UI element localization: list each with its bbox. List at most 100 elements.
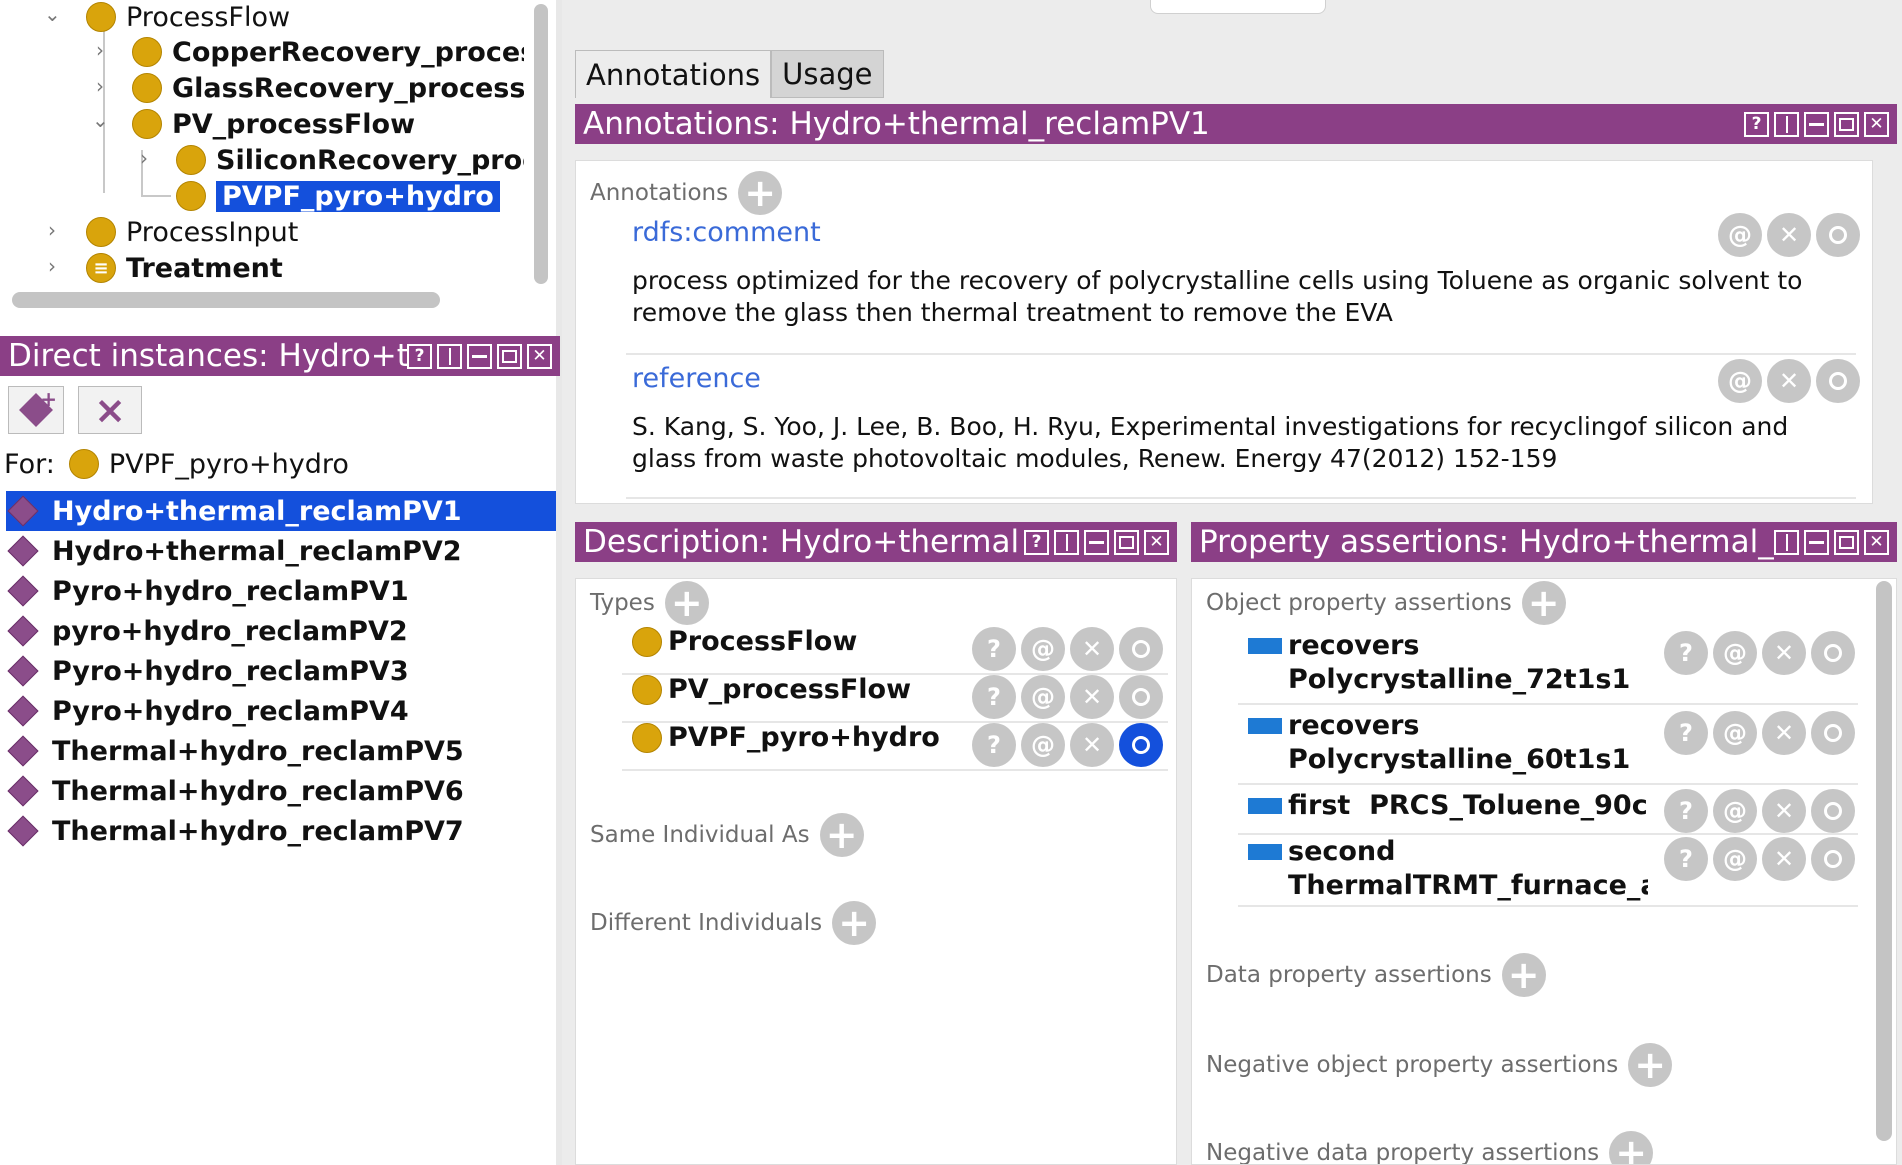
annotate-button[interactable]: @ [1021, 627, 1065, 671]
edit-button[interactable] [1811, 631, 1855, 675]
annotate-button[interactable]: @ [1713, 631, 1757, 675]
edit-button[interactable] [1811, 711, 1855, 755]
minimize-icon[interactable] [1084, 529, 1109, 555]
minimize-icon[interactable] [1804, 529, 1829, 555]
help-button[interactable]: ? [1664, 711, 1708, 755]
minimize-icon[interactable] [1804, 111, 1829, 137]
edit-button[interactable] [1816, 213, 1860, 257]
list-item[interactable]: Thermal+hydro_reclamPV7 [6, 811, 556, 851]
edit-button[interactable] [1119, 675, 1163, 719]
add-same-individual-button[interactable]: + [819, 813, 864, 857]
help-button[interactable]: ? [972, 627, 1016, 671]
tab-annotations[interactable]: Annotations [575, 50, 772, 98]
tree-node-copperrecovery[interactable]: CopperRecovery_processFl [132, 34, 524, 70]
list-item[interactable]: Hydro+thermal_reclamPV1 [6, 491, 556, 531]
close-icon[interactable]: ✕ [527, 343, 552, 369]
add-negative-data-property-button[interactable]: + [1609, 1131, 1654, 1164]
tree-node-processinput[interactable]: ProcessInput [86, 214, 298, 250]
tree-node-treatment[interactable]: ≡ Treatment [86, 250, 283, 286]
tree-node-glassrecovery[interactable]: GlassRecovery_processFlo [132, 70, 524, 106]
tab-usage[interactable]: Usage [771, 50, 884, 98]
close-icon[interactable]: ✕ [1864, 111, 1889, 137]
object-assertion[interactable]: second ThermalTRMT_furnace_argo [1248, 835, 1648, 903]
expand-chevron-icon[interactable]: › [140, 146, 148, 170]
tree-node-pvpf-pyro-hydro[interactable]: PVPF_pyro+hydro [176, 178, 500, 214]
expand-chevron-icon[interactable]: › [48, 254, 56, 278]
edit-button[interactable] [1119, 723, 1163, 767]
object-assertion[interactable]: recovers Polycrystalline_60t1s1 [1248, 709, 1630, 777]
object-assertion[interactable]: recovers Polycrystalline_72t1s1 [1248, 629, 1630, 697]
split-view-icon[interactable] [1774, 529, 1799, 555]
edit-button[interactable] [1816, 359, 1860, 403]
add-individual-button[interactable]: + [8, 386, 64, 434]
object-assertion[interactable]: first PRCS_Toluene_90c [1248, 789, 1648, 823]
maximize-icon[interactable] [1834, 111, 1859, 137]
maximize-icon[interactable] [497, 343, 522, 369]
list-item[interactable]: Thermal+hydro_reclamPV5 [6, 731, 556, 771]
delete-button[interactable]: ✕ [1767, 213, 1811, 257]
help-button[interactable]: ? [1664, 837, 1708, 881]
delete-button[interactable]: ✕ [1070, 675, 1114, 719]
close-icon[interactable]: ✕ [1144, 529, 1169, 555]
help-button[interactable]: ? [1664, 631, 1708, 675]
expand-chevron-icon[interactable]: › [96, 74, 104, 98]
maximize-icon[interactable] [1834, 529, 1859, 555]
delete-individual-button[interactable]: ⨯ [78, 386, 142, 434]
edit-button[interactable] [1119, 627, 1163, 671]
horizontal-scrollbar[interactable] [12, 292, 440, 308]
add-object-property-button[interactable]: + [1521, 581, 1566, 625]
expand-chevron-icon[interactable]: › [96, 38, 104, 62]
tree-node-pv-processflow[interactable]: PV_processFlow [132, 106, 415, 142]
help-icon[interactable]: ? [1744, 111, 1769, 137]
list-item[interactable]: Pyro+hydro_reclamPV1 [6, 571, 556, 611]
edit-button[interactable] [1811, 837, 1855, 881]
add-data-property-button[interactable]: + [1501, 953, 1546, 997]
delete-button[interactable]: ✕ [1070, 723, 1114, 767]
delete-button[interactable]: ✕ [1767, 359, 1811, 403]
add-annotation-button[interactable]: + [738, 171, 783, 215]
delete-button[interactable]: ✕ [1762, 711, 1806, 755]
annotate-button[interactable]: @ [1718, 359, 1762, 403]
help-button[interactable]: ? [1664, 789, 1708, 833]
annotate-button[interactable]: @ [1718, 213, 1762, 257]
tree-node-siliconrecovery[interactable]: SiliconRecovery_proce [176, 142, 524, 178]
split-view-icon[interactable] [1054, 529, 1079, 555]
annotation-property-link[interactable]: reference [632, 363, 761, 394]
collapse-chevron-icon[interactable]: ⌄ [92, 108, 109, 132]
delete-button[interactable]: ✕ [1762, 789, 1806, 833]
add-type-button[interactable]: + [664, 581, 709, 625]
annotate-button[interactable]: @ [1713, 711, 1757, 755]
annotate-button[interactable]: @ [1713, 789, 1757, 833]
help-button[interactable]: ? [972, 723, 1016, 767]
annotate-button[interactable]: @ [1021, 675, 1065, 719]
type-item[interactable]: PVPF_pyro+hydro [632, 721, 940, 755]
annotation-property-link[interactable]: rdfs:comment [632, 217, 821, 248]
list-item[interactable]: pyro+hydro_reclamPV2 [6, 611, 556, 651]
type-item[interactable]: PV_processFlow [632, 673, 911, 707]
help-button[interactable]: ? [972, 675, 1016, 719]
list-item[interactable]: Pyro+hydro_reclamPV3 [6, 651, 556, 691]
help-icon[interactable]: ? [1024, 529, 1049, 555]
add-different-individual-button[interactable]: + [832, 901, 877, 945]
collapse-chevron-icon[interactable]: ⌄ [44, 2, 61, 26]
vertical-scrollbar[interactable] [534, 4, 548, 284]
help-icon[interactable]: ? [407, 343, 432, 369]
list-item[interactable]: Pyro+hydro_reclamPV4 [6, 691, 556, 731]
close-icon[interactable]: ✕ [1864, 529, 1889, 555]
split-view-icon[interactable] [1774, 111, 1799, 137]
vertical-scrollbar[interactable] [1876, 581, 1892, 1141]
edit-button[interactable] [1811, 789, 1855, 833]
list-item[interactable]: Thermal+hydro_reclamPV6 [6, 771, 556, 811]
tree-node-processflow[interactable]: ProcessFlow [86, 0, 290, 34]
type-item[interactable]: ProcessFlow [632, 625, 857, 659]
annotate-button[interactable]: @ [1021, 723, 1065, 767]
add-negative-object-property-button[interactable]: + [1628, 1043, 1673, 1087]
minimize-icon[interactable] [467, 343, 492, 369]
delete-button[interactable]: ✕ [1070, 627, 1114, 671]
split-view-icon[interactable] [437, 343, 462, 369]
annotate-button[interactable]: @ [1713, 837, 1757, 881]
maximize-icon[interactable] [1114, 529, 1139, 555]
delete-button[interactable]: ✕ [1762, 631, 1806, 675]
expand-chevron-icon[interactable]: › [48, 218, 56, 242]
delete-button[interactable]: ✕ [1762, 837, 1806, 881]
